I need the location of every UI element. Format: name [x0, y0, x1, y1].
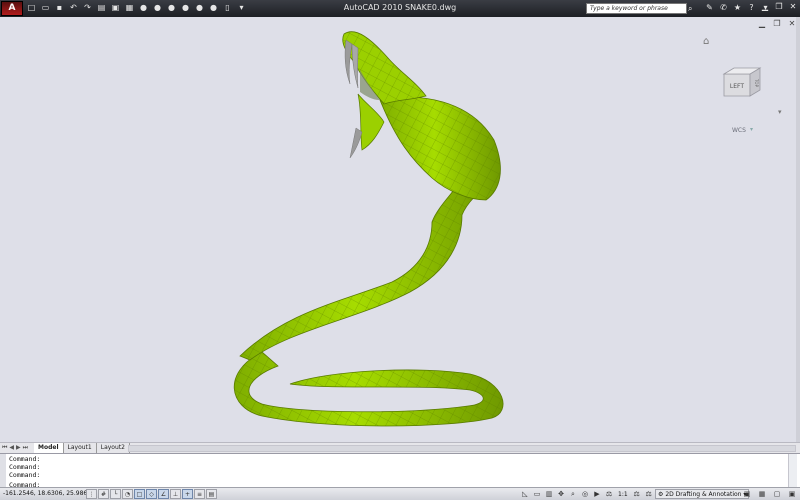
horizontal-scrollbar[interactable]	[128, 445, 796, 452]
window-controls: ▁ ❐ ✕	[761, 2, 797, 11]
object-snap-tracking-icon[interactable]: ∠	[158, 489, 169, 499]
subscription-icon[interactable]: ✎	[704, 2, 715, 14]
autocad-window: A □ ▭ ▪ ↶ ↷ ▤ ▣ ▦ ● ● ● ● ● ● ▯ ▾ AutoCAD 2010 SNAKE0.d…	[0, 0, 800, 500]
first-tab-icon[interactable]: ⏮	[2, 444, 7, 452]
viewcube-top-face[interactable]: TOP	[754, 78, 759, 88]
snake-hood	[379, 96, 501, 201]
vertical-scrollbar[interactable]	[796, 17, 800, 442]
drawing-close-icon[interactable]: ✕	[787, 19, 797, 29]
command-line-entry: Command:	[9, 463, 41, 471]
snap-mode-icon[interactable]: ⋮	[86, 489, 97, 499]
dynamic-ucs-icon[interactable]: ⊥	[170, 489, 181, 499]
lock-icon[interactable]: ▣	[742, 489, 752, 499]
clean-screen-icon[interactable]: ▣	[787, 489, 797, 499]
drawing-window-controls: ▁ ❐ ✕	[757, 19, 797, 29]
wcs-dropdown-icon[interactable]: ▾	[750, 126, 753, 133]
search-icon[interactable]: ⌕	[688, 3, 700, 14]
3d-object-snap-icon[interactable]: ◇	[146, 489, 157, 499]
ortho-mode-icon[interactable]: └	[110, 489, 121, 499]
search-input[interactable]: Type a keyword or phrase	[586, 3, 687, 14]
next-tab-icon[interactable]: ▶	[16, 444, 21, 452]
command-line-window[interactable]: Command: Command: Command: Command:	[0, 453, 800, 489]
communication-icon[interactable]: ✆	[718, 2, 729, 14]
zoom-icon[interactable]: ⌕	[568, 489, 578, 499]
lineweight-icon[interactable]: ≡	[194, 489, 205, 499]
status-end-tools: ▣ ▦ ▢ ▣	[742, 489, 797, 499]
quick-view-layouts-icon[interactable]: ▭	[532, 489, 542, 499]
viewcube-menu-icon[interactable]: ▾	[778, 108, 782, 116]
layout-tab-bar: ⏮ ◀ ▶ ⏭ Model Layout1 Layout2	[0, 442, 800, 453]
coordinate-readout[interactable]: -161.2546, 18.6306, 25.9866	[3, 490, 91, 497]
minimize-icon[interactable]: ▁	[761, 2, 769, 11]
command-line-entry: Command:	[9, 471, 41, 479]
status-bar: -161.2546, 18.6306, 25.9866 ⋮ # └ ◔ □ ◇ …	[0, 487, 800, 500]
snake-model	[233, 31, 504, 427]
command-line-entry: Command:	[9, 455, 41, 463]
viewcube-home-icon[interactable]: ⌂	[703, 37, 714, 47]
wcs-menu[interactable]: WCS	[732, 127, 746, 134]
viewcube-left-face[interactable]: LEFT	[730, 83, 744, 90]
status-tools: ◺ ▭ ▥ ✥ ⌕ ◎ ▶ ⚖ 1:1 ⚖ ⚖	[520, 489, 654, 499]
workspace-label: 2D Drafting & Annotation	[665, 491, 742, 498]
drawing-minimize-icon[interactable]: ▁	[757, 19, 767, 29]
quick-properties-icon[interactable]: ▤	[206, 489, 217, 499]
viewcube[interactable]: LEFT TOP	[722, 64, 770, 98]
quick-view-drawings-icon[interactable]: ▥	[544, 489, 554, 499]
annotation-visibility-icon[interactable]: ⚖	[632, 489, 642, 499]
model-space-icon[interactable]: ◺	[520, 489, 530, 499]
dynamic-input-icon[interactable]: +	[182, 489, 193, 499]
tab-layout2[interactable]: Layout2	[96, 443, 130, 453]
drafting-toggles: ⋮ # └ ◔ □ ◇ ∠ ⊥ + ≡ ▤	[86, 489, 217, 499]
favorites-icon[interactable]: ★	[732, 2, 743, 14]
hardware-acceleration-icon[interactable]: ▦	[757, 489, 767, 499]
close-icon[interactable]: ✕	[789, 2, 797, 11]
last-tab-icon[interactable]: ⏭	[23, 444, 28, 452]
command-line-grip[interactable]	[0, 454, 6, 488]
layout-tabs: Model Layout1 Layout2	[34, 443, 130, 453]
steering-wheel-icon[interactable]: ◎	[580, 489, 590, 499]
grid-display-icon[interactable]: #	[98, 489, 109, 499]
annotation-scale-icon[interactable]: ⚖	[604, 489, 614, 499]
annotation-scale-value[interactable]: 1:1	[616, 491, 630, 498]
pan-icon[interactable]: ✥	[556, 489, 566, 499]
workspace-icon: ⚙	[658, 491, 664, 498]
snake-coil	[233, 351, 504, 427]
tab-model[interactable]: Model	[34, 443, 64, 453]
drawing-viewport[interactable]	[0, 17, 796, 442]
workspace-switcher[interactable]: ⚙ 2D Drafting & Annotation ▾	[655, 489, 750, 499]
tab-navigation: ⏮ ◀ ▶ ⏭	[2, 444, 28, 452]
command-line-scrollbar[interactable]	[788, 454, 797, 488]
help-icon[interactable]: ?	[746, 2, 757, 14]
polar-tracking-icon[interactable]: ◔	[122, 489, 133, 499]
object-snap-icon[interactable]: □	[134, 489, 145, 499]
showmotion-icon[interactable]: ▶	[592, 489, 602, 499]
restore-icon[interactable]: ❐	[775, 2, 783, 11]
prev-tab-icon[interactable]: ◀	[9, 444, 14, 452]
tab-layout1[interactable]: Layout1	[63, 443, 97, 453]
drawing-restore-icon[interactable]: ❐	[772, 19, 782, 29]
auto-scale-icon[interactable]: ⚖	[644, 489, 654, 499]
title-bar: A □ ▭ ▪ ↶ ↷ ▤ ▣ ▦ ● ● ● ● ● ● ▯ ▾ AutoCAD 2010 SNAKE0.d…	[0, 0, 800, 17]
command-history: Command: Command: Command: Command:	[9, 455, 40, 489]
isolate-objects-icon[interactable]: ▢	[772, 489, 782, 499]
